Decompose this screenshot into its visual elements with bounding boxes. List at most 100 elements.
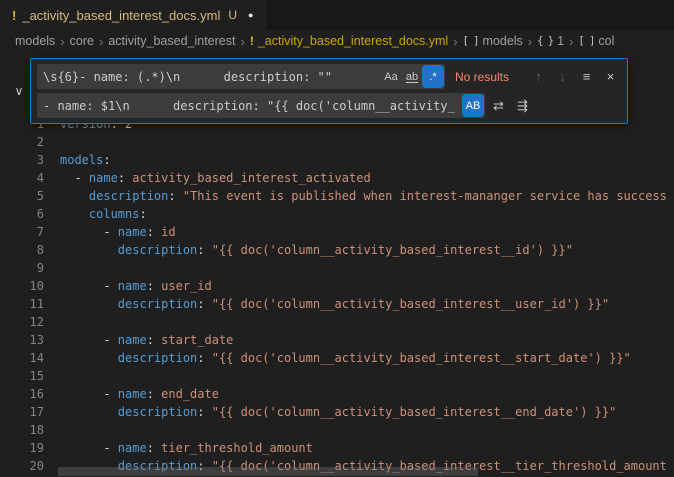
preserve-case-button[interactable]: AB (463, 95, 483, 116)
next-match-icon[interactable]: ↓ (552, 66, 573, 87)
git-status-badge: U (228, 8, 237, 22)
line-number: 9 (0, 259, 44, 277)
code-token (60, 297, 118, 311)
breadcrumb-item[interactable]: [ ] models (463, 34, 523, 48)
find-replace-widget: ∨ Aa ab .* No results ↑ ↓ ≡ × (8, 58, 628, 124)
breadcrumb-item[interactable]: !_activity_based_interest_docs.yml (250, 34, 448, 48)
code-line[interactable]: 18 (0, 421, 674, 439)
code-text: models: (60, 151, 111, 169)
code-token: description (89, 189, 168, 203)
dirty-indicator-dot[interactable]: ● (248, 10, 253, 20)
line-number: 10 (0, 277, 44, 295)
whole-word-button[interactable]: ab (402, 66, 422, 87)
close-icon[interactable]: × (600, 66, 621, 87)
code-token: end_date (161, 387, 219, 401)
breadcrumb-item[interactable]: { }1 (537, 34, 564, 48)
code-token: : (147, 441, 161, 455)
code-text: columns: (60, 205, 147, 223)
code-line[interactable]: 4 - name: activity_based_interest_activa… (0, 169, 674, 187)
breadcrumb-item[interactable]: models (15, 34, 55, 48)
code-line[interactable]: 2 (0, 133, 674, 151)
line-number: 15 (0, 367, 44, 385)
code-token (60, 207, 89, 221)
code-token: - (60, 441, 118, 455)
code-line[interactable]: 8 description: "{{ doc('column__activity… (0, 241, 674, 259)
code-token: name (118, 441, 147, 455)
code-line[interactable]: 19 - name: tier_threshold_amount (0, 439, 674, 457)
breadcrumb-label: models (15, 34, 55, 48)
code-text: description: "This event is published wh… (60, 187, 667, 205)
code-token: name (118, 333, 147, 347)
code-line[interactable]: 13 - name: start_date (0, 331, 674, 349)
code-token: start_date (161, 333, 233, 347)
toggle-replace-chevron-icon[interactable]: ∨ (8, 58, 30, 124)
code-token: : (147, 279, 161, 293)
code-token: name (89, 171, 118, 185)
code-line[interactable]: 10 - name: user_id (0, 277, 674, 295)
code-token: : (147, 225, 161, 239)
code-token: - (60, 171, 89, 185)
tab-activity-based-interest-docs[interactable]: ! _activity_based_interest_docs.yml U ● (0, 0, 266, 30)
regex-button[interactable]: .* (423, 66, 443, 87)
code-token: description (118, 297, 197, 311)
code-token: "This event is published when interest-m… (183, 189, 667, 203)
horizontal-scrollbar[interactable] (58, 467, 478, 476)
breadcrumb-item[interactable]: activity_based_interest (108, 34, 235, 48)
line-number: 6 (0, 205, 44, 223)
code-text: - name: start_date (60, 331, 233, 349)
code-token: - (60, 225, 118, 239)
previous-match-icon[interactable]: ↑ (528, 66, 549, 87)
code-line[interactable]: 15 (0, 367, 674, 385)
line-number: 4 (0, 169, 44, 187)
code-token: : (103, 153, 110, 167)
code-line[interactable]: 14 description: "{{ doc('column__activit… (0, 349, 674, 367)
code-line[interactable]: 7 - name: id (0, 223, 674, 241)
match-case-button[interactable]: Aa (381, 66, 401, 87)
replace-input[interactable] (37, 93, 485, 118)
code-line[interactable]: 16 - name: end_date (0, 385, 674, 403)
code-token: activity_based_interest_activated (132, 171, 370, 185)
replace-icon[interactable]: ⇄ (488, 95, 509, 116)
breadcrumb-separator-icon: › (528, 34, 532, 49)
line-number: 3 (0, 151, 44, 169)
replace-input-wrap: AB (37, 93, 485, 118)
code-token: - (60, 333, 118, 347)
code-line[interactable]: 5 description: "This event is published … (0, 187, 674, 205)
breadcrumb-item[interactable]: [ ]col (578, 34, 614, 48)
code-token: user_id (161, 279, 212, 293)
code-line[interactable]: 11 description: "{{ doc('column__activit… (0, 295, 674, 313)
find-widget-box: Aa ab .* No results ↑ ↓ ≡ × AB (30, 58, 628, 124)
replace-all-icon[interactable]: ⇶ (512, 95, 533, 116)
code-line[interactable]: 3 models: (0, 151, 674, 169)
code-line[interactable]: 12 (0, 313, 674, 331)
code-token: models (60, 153, 103, 167)
line-number: 17 (0, 403, 44, 421)
code-token: : (197, 405, 211, 419)
code-token: : (197, 243, 211, 257)
code-token: : (168, 189, 182, 203)
line-number: 12 (0, 313, 44, 331)
tab-title: _activity_based_interest_docs.yml (22, 8, 220, 23)
code-text: - name: end_date (60, 385, 219, 403)
code-token: : (139, 207, 146, 221)
find-in-selection-icon[interactable]: ≡ (576, 66, 597, 87)
find-results-count: No results (455, 70, 517, 84)
code-line[interactable]: 9 (0, 259, 674, 277)
code-text: description: "{{ doc('column__activity_b… (60, 241, 573, 259)
code-line[interactable]: 6 columns: (0, 205, 674, 223)
breadcrumb-label: core (70, 34, 94, 48)
breadcrumb-label: models (483, 34, 523, 48)
line-number: 2 (0, 133, 44, 151)
symbol-kind-icon: [ ] (463, 35, 479, 47)
code-line[interactable]: 17 description: "{{ doc('column__activit… (0, 403, 674, 421)
code-token: "{{ doc('column__activity_based_interest… (212, 405, 617, 419)
breadcrumb-separator-icon: › (99, 34, 103, 49)
breadcrumb-item[interactable]: core (70, 34, 94, 48)
breadcrumb: models › core › activity_based_interest › !_ac… (0, 30, 674, 52)
breadcrumb-label: col (598, 34, 614, 48)
symbol-kind-icon: { } (537, 35, 553, 47)
code-text: - name: id (60, 223, 176, 241)
breadcrumb-separator-icon: › (569, 34, 573, 49)
code-text: description: "{{ doc('column__activity_b… (60, 349, 631, 367)
code-token: description (118, 243, 197, 257)
